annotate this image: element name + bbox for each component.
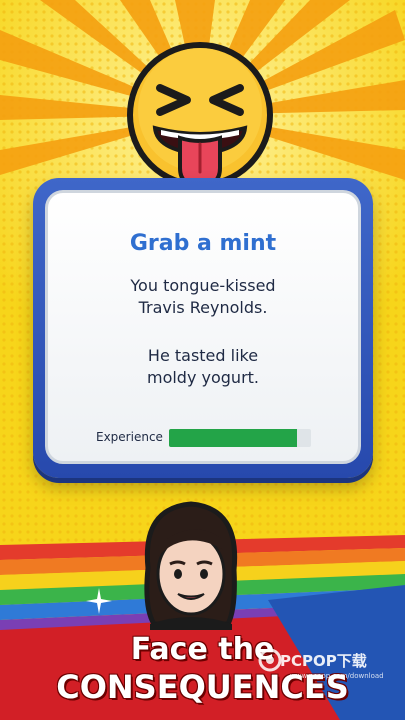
experience-bar: [169, 429, 311, 447]
event-card-body: Grab a mint You tongue-kissed Travis Rey…: [45, 190, 361, 464]
experience-row: Experience: [96, 429, 321, 449]
experience-label: Experience: [96, 430, 163, 444]
card-message-2: He tasted like moldy yogurt.: [48, 345, 358, 389]
card-message-1-line-b: Travis Reynolds.: [138, 298, 268, 317]
card-title: Grab a mint: [129, 231, 277, 256]
sparkle-icon: [86, 588, 112, 614]
squinting-tongue-face-emoji: [127, 42, 273, 189]
watermark-subtext: www.pcpop.com/download: [290, 672, 384, 680]
card-message-1-line-a: You tongue-kissed: [130, 276, 276, 295]
watermark-text: PCPOP下载: [280, 652, 367, 670]
card-message-2-line-a: He tasted like: [147, 346, 259, 365]
experience-bar-fill: [169, 429, 297, 447]
woman-avatar: [144, 501, 238, 630]
card-message-2-line-b: moldy yogurt.: [146, 368, 260, 387]
card-message-1: You tongue-kissed Travis Reynolds.: [48, 275, 358, 319]
event-card: Grab a mint You tongue-kissed Travis Rey…: [33, 178, 373, 478]
